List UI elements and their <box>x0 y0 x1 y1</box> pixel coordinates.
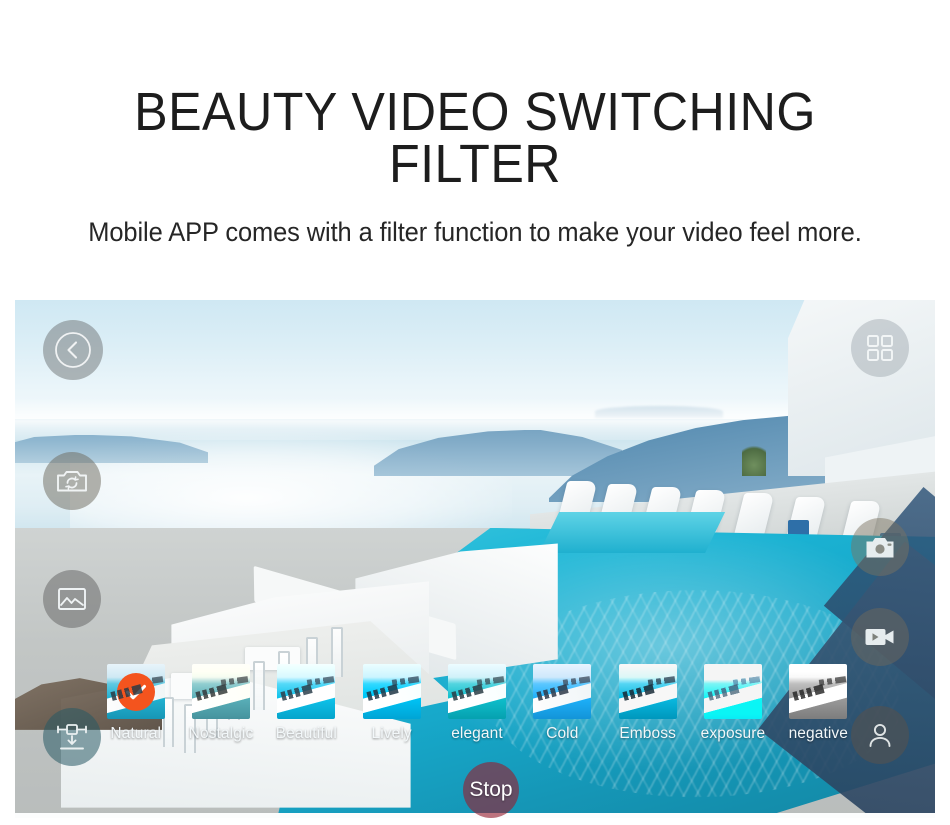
stop-button-label: Stop <box>469 778 513 801</box>
filter-thumbnail[interactable] <box>618 664 677 719</box>
grid-four-squares-icon <box>865 333 895 363</box>
filter-label: Beautiful <box>275 725 337 742</box>
video-camera-icon <box>864 626 896 648</box>
thumbnail-detail <box>221 676 249 686</box>
filter-option-exposure[interactable]: exposure <box>694 664 771 743</box>
filter-thumbnail[interactable] <box>362 664 421 719</box>
drone-landing-button[interactable] <box>43 708 101 766</box>
filter-option-beautiful[interactable]: Beautiful <box>268 664 345 743</box>
thumbnail-detail <box>562 676 590 686</box>
filter-option-lively[interactable]: Lively <box>353 664 430 743</box>
filter-thumbnail[interactable] <box>703 664 762 719</box>
filter-label: Cold <box>546 725 579 742</box>
filter-thumbnail[interactable] <box>447 664 506 719</box>
app-preview-screen: Natural Nostalgic Beautiful Lively elega… <box>15 300 935 818</box>
filter-option-elegant[interactable]: elegant <box>438 664 515 743</box>
user-avatar-icon <box>866 721 894 749</box>
filter-thumbnail[interactable] <box>789 664 848 719</box>
filter-thumbnail[interactable] <box>277 664 336 719</box>
filter-selection-strip[interactable]: Natural Nostalgic Beautiful Lively elega… <box>97 664 857 764</box>
filter-label: Nostalgic <box>188 725 254 742</box>
page-title: BEAUTY VIDEO SWITCHING FILTER <box>134 82 816 195</box>
thumbnail-detail <box>391 676 419 686</box>
page-subtitle: Mobile APP comes with a filter function … <box>88 216 862 247</box>
selected-checkmark-icon <box>116 672 155 711</box>
chevron-left-icon <box>52 329 94 371</box>
photo-capture-button[interactable] <box>851 518 909 576</box>
filter-label: Emboss <box>619 725 676 742</box>
grid-layout-button[interactable] <box>851 319 909 377</box>
gallery-button[interactable] <box>43 570 101 628</box>
filter-label: Natural <box>110 725 161 742</box>
filter-thumbnail[interactable] <box>106 664 165 719</box>
thumbnail-detail <box>818 676 846 686</box>
filter-thumbnail[interactable] <box>191 664 250 719</box>
video-record-button[interactable] <box>851 608 909 666</box>
camera-ui-overlay: Natural Nostalgic Beautiful Lively elega… <box>15 300 935 818</box>
back-button[interactable] <box>43 320 103 380</box>
user-profile-button[interactable] <box>851 706 909 764</box>
camera-icon <box>865 535 895 560</box>
filter-label: Lively <box>371 725 412 742</box>
filter-option-negative[interactable]: negative <box>780 664 857 743</box>
filter-label: negative <box>788 725 848 742</box>
filter-option-natural[interactable]: Natural <box>97 664 174 743</box>
filter-thumbnail[interactable] <box>533 664 592 719</box>
filter-option-cold[interactable]: Cold <box>524 664 601 743</box>
image-gallery-icon <box>57 586 87 612</box>
thumbnail-detail <box>306 676 334 686</box>
drone-landing-icon <box>56 722 88 752</box>
thumbnail-detail <box>733 676 761 686</box>
thumbnail-detail <box>477 676 505 686</box>
filter-label: elegant <box>451 725 503 742</box>
filter-label: exposure <box>700 725 766 742</box>
filter-option-emboss[interactable]: Emboss <box>609 664 686 743</box>
stop-recording-button[interactable]: Stop <box>463 762 519 818</box>
filter-option-nostalgic[interactable]: Nostalgic <box>182 664 259 743</box>
camera-switch-icon <box>56 467 88 495</box>
thumbnail-detail <box>647 676 675 686</box>
marketing-header: BEAUTY VIDEO SWITCHING FILTER Mobile APP… <box>0 0 950 248</box>
camera-switch-button[interactable] <box>43 452 101 510</box>
